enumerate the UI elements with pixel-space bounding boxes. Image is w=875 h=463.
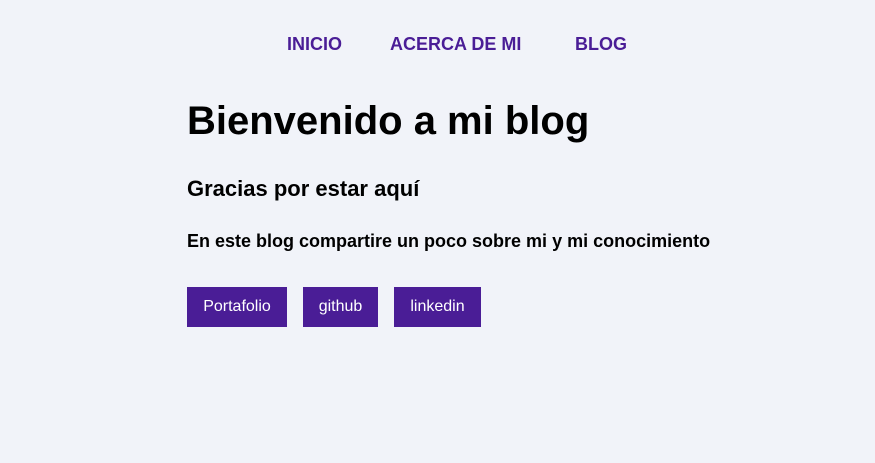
github-button[interactable]: github bbox=[303, 287, 378, 327]
nav-link-acerca-de-mi[interactable]: ACERCA DE MI bbox=[390, 33, 521, 55]
page-title: Bienvenido a mi blog bbox=[187, 99, 590, 143]
linkedin-button[interactable]: linkedin bbox=[394, 287, 481, 327]
nav-link-blog[interactable]: BLOG bbox=[575, 33, 627, 55]
page-subtitle: Gracias por estar aquí bbox=[187, 176, 420, 201]
portafolio-button[interactable]: Portafolio bbox=[187, 287, 287, 327]
nav-link-inicio[interactable]: INICIO bbox=[287, 33, 342, 55]
intro-text: En este blog compartire un poco sobre mi… bbox=[187, 231, 711, 251]
top-nav: INICIO ACERCA DE MI BLOG bbox=[0, 33, 875, 57]
